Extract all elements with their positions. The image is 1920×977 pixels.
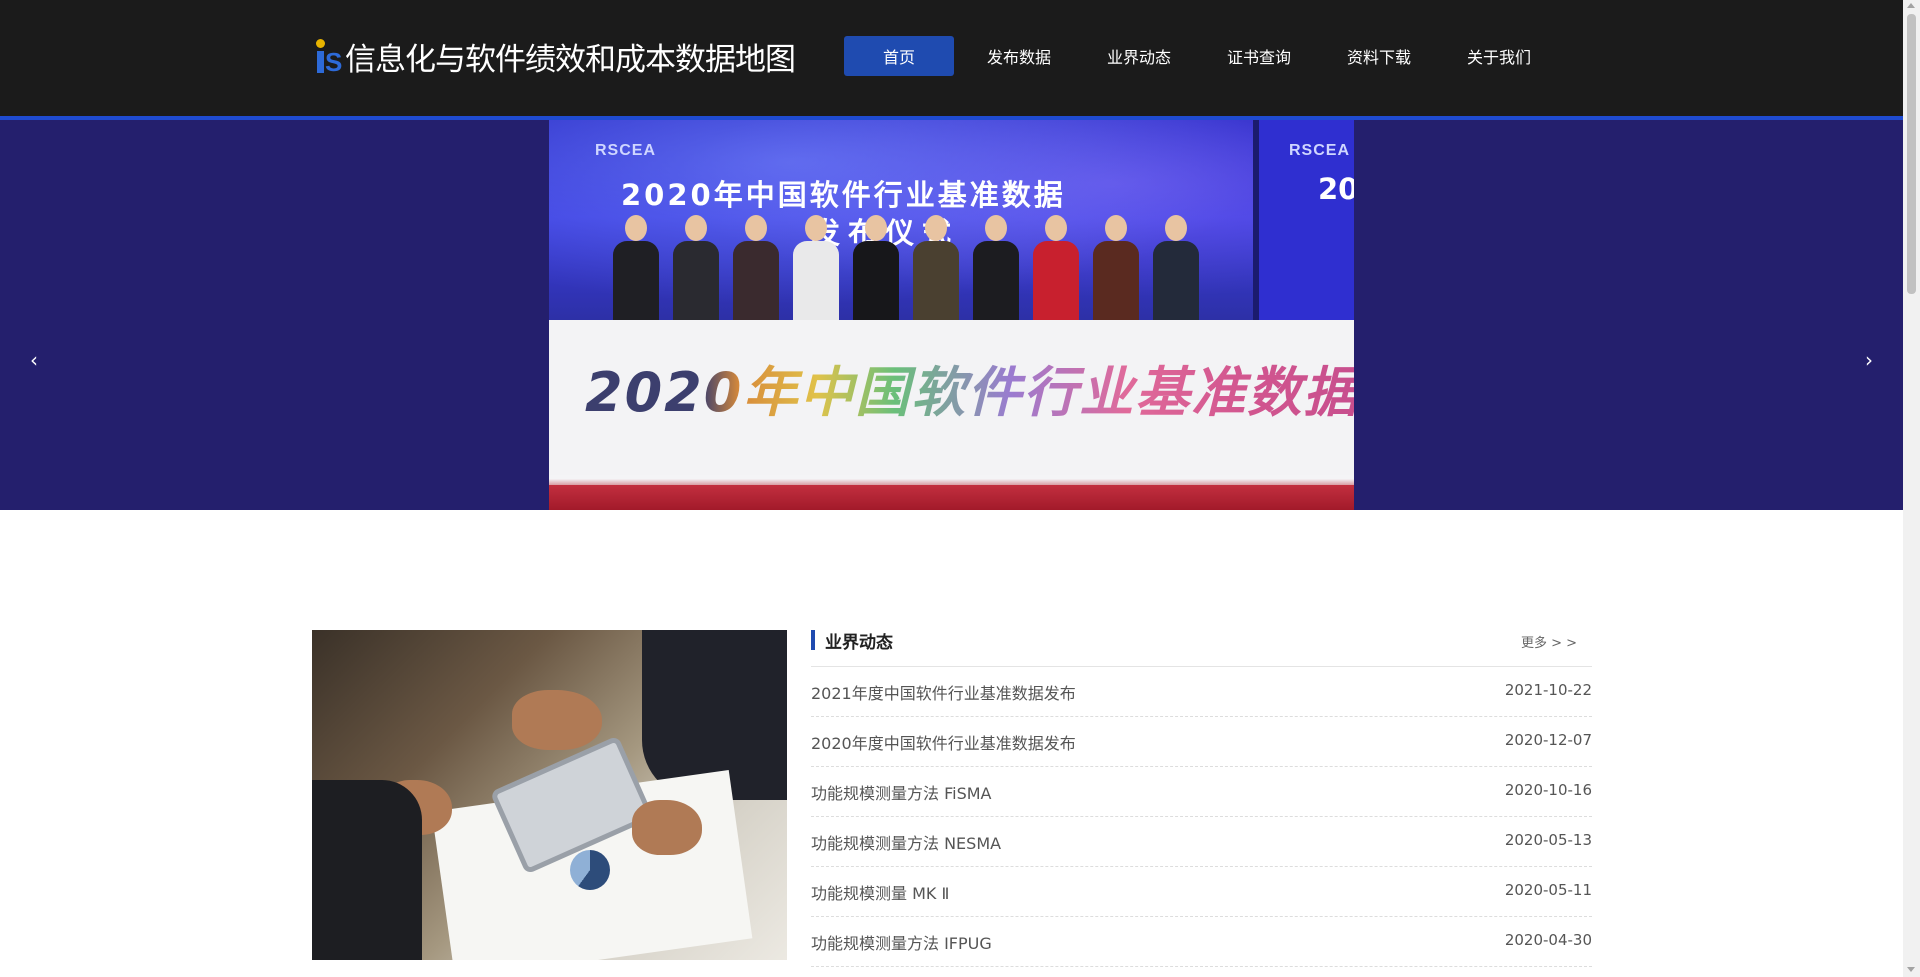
scrollbar-thumb[interactable] bbox=[1907, 14, 1916, 294]
news-item[interactable]: 功能规模测量方法 IFPUG 2020-04-30 bbox=[811, 917, 1592, 967]
news-item[interactable]: 2020年度中国软件行业基准数据发布 2020-12-07 bbox=[811, 717, 1592, 767]
site-logo[interactable]: S 信息化与软件绩效和成本数据地图 bbox=[315, 36, 796, 78]
slide-stage-text: 2020年中国软件行业基准数据 bbox=[585, 348, 1354, 427]
more-link[interactable]: 更多 > > bbox=[1521, 632, 1577, 651]
chevron-left-icon[interactable]: ‹ bbox=[14, 330, 54, 390]
section-title: 业界动态 bbox=[825, 633, 893, 653]
nav-item-published-data[interactable]: 发布数据 bbox=[964, 36, 1074, 76]
slide-title-partial: 20 bbox=[1318, 172, 1354, 206]
news-title[interactable]: 2020年度中国软件行业基准数据发布 bbox=[811, 730, 1076, 754]
is-logo-icon: S bbox=[315, 37, 342, 75]
hero-carousel[interactable]: RSCEA RSCEA 2020年中国软件行业基准数据 发布仪式 20 2020… bbox=[0, 120, 1903, 510]
page: S 信息化与软件绩效和成本数据地图 首页 发布数据 业界动态 证书查询 资料下载… bbox=[0, 0, 1920, 977]
news-item[interactable]: 2021年度中国软件行业基准数据发布 2021-10-22 bbox=[811, 667, 1592, 717]
news-title[interactable]: 2021年度中国软件行业基准数据发布 bbox=[811, 680, 1076, 704]
slide-title-line1: 2020年中国软件行业基准数据 bbox=[621, 178, 1066, 212]
slide-brand-secondary: RSCEA bbox=[1289, 142, 1351, 159]
scroll-down-arrow-icon[interactable] bbox=[1907, 967, 1915, 972]
slide-brand: RSCEA bbox=[595, 142, 657, 159]
news-item[interactable]: 功能规模测量方法 FiSMA 2020-10-16 bbox=[811, 767, 1592, 817]
news-date: 2021-10-22 bbox=[1504, 681, 1592, 699]
site-header: S 信息化与软件绩效和成本数据地图 首页 发布数据 业界动态 证书查询 资料下载… bbox=[0, 0, 1903, 116]
main-nav: 首页 发布数据 业界动态 证书查询 资料下载 关于我们 bbox=[844, 36, 1564, 76]
news-date: 2020-05-13 bbox=[1504, 831, 1592, 849]
slide-carpet bbox=[549, 485, 1354, 510]
nav-item-about-us[interactable]: 关于我们 bbox=[1444, 36, 1554, 76]
nav-item-certificate-query[interactable]: 证书查询 bbox=[1204, 36, 1314, 76]
business-meeting-image bbox=[312, 630, 787, 960]
news-title[interactable]: 功能规模测量 MK Ⅱ bbox=[811, 880, 949, 904]
news-title[interactable]: 功能规模测量方法 NESMA bbox=[811, 830, 1001, 854]
news-title[interactable]: 功能规模测量方法 IFPUG bbox=[811, 930, 992, 954]
chevron-right-icon[interactable]: › bbox=[1849, 330, 1889, 390]
news-title[interactable]: 功能规模测量方法 FiSMA bbox=[811, 780, 991, 804]
news-item[interactable]: 功能规模测量方法 NESMA 2020-05-13 bbox=[811, 817, 1592, 867]
news-date: 2020-04-30 bbox=[1504, 931, 1592, 949]
nav-item-downloads[interactable]: 资料下载 bbox=[1324, 36, 1434, 76]
news-date: 2020-05-11 bbox=[1504, 881, 1592, 899]
site-title: 信息化与软件绩效和成本数据地图 bbox=[345, 41, 796, 78]
page-scrollbar[interactable] bbox=[1903, 0, 1920, 977]
news-date: 2020-12-07 bbox=[1504, 731, 1592, 749]
section-header: 业界动态 更多 > > bbox=[811, 628, 1592, 667]
scroll-up-arrow-icon[interactable] bbox=[1907, 3, 1915, 8]
nav-item-home[interactable]: 首页 bbox=[844, 36, 954, 76]
section-accent-bar bbox=[811, 630, 815, 650]
carousel-slide-image[interactable]: RSCEA RSCEA 2020年中国软件行业基准数据 发布仪式 20 2020… bbox=[549, 120, 1354, 510]
nav-item-industry-news[interactable]: 业界动态 bbox=[1084, 36, 1194, 76]
industry-news-section: 业界动态 更多 > > 2021年度中国软件行业基准数据发布 2021-10-2… bbox=[811, 628, 1592, 967]
news-item[interactable]: 功能规模测量 MK Ⅱ 2020-05-11 bbox=[811, 867, 1592, 917]
news-date: 2020-10-16 bbox=[1504, 781, 1592, 799]
